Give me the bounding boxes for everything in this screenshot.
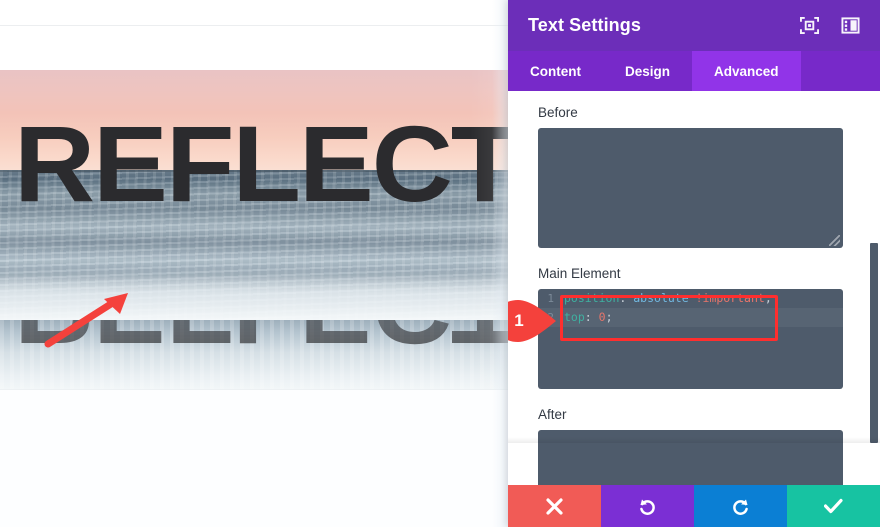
main-element-code-wrapper: 1 position: absolute !important; 2 top: … bbox=[508, 289, 843, 389]
layout-panel-icon[interactable] bbox=[841, 16, 860, 35]
annotation-arrow-icon bbox=[44, 293, 128, 348]
line-number: 1 bbox=[547, 292, 554, 305]
checkmark-icon bbox=[824, 498, 843, 514]
tab-advanced[interactable]: Advanced bbox=[692, 51, 801, 91]
redo-button[interactable] bbox=[694, 485, 787, 527]
modal-scrollbar-thumb[interactable] bbox=[870, 243, 878, 443]
close-x-icon bbox=[546, 497, 563, 515]
modal-body: Before Main Element 1 position: absolute… bbox=[508, 91, 880, 485]
cancel-button[interactable] bbox=[508, 485, 601, 527]
before-resize-handle[interactable] bbox=[829, 235, 840, 246]
field-spacer bbox=[538, 389, 858, 407]
modal-title: Text Settings bbox=[528, 15, 641, 35]
tab-content[interactable]: Content bbox=[508, 51, 603, 91]
modal-header-actions bbox=[800, 16, 860, 35]
before-textarea[interactable] bbox=[538, 128, 843, 248]
main-element-code-editor[interactable]: 1 position: absolute !important; 2 top: … bbox=[538, 289, 843, 389]
redo-arrow-icon bbox=[733, 498, 748, 515]
code-line[interactable]: 1 position: absolute !important; bbox=[538, 289, 843, 308]
code-line-text: top: 0; bbox=[564, 310, 613, 324]
main-element-field-label: Main Element bbox=[538, 266, 621, 281]
preview-section-divider bbox=[0, 389, 520, 390]
undo-button[interactable] bbox=[601, 485, 694, 527]
after-field-label: After bbox=[538, 407, 567, 422]
code-line[interactable]: 2 top: 0; bbox=[538, 308, 843, 327]
modal-footer bbox=[508, 485, 880, 527]
screenshot-root: REFLECTIO REFLECTIO Text Settings bbox=[0, 0, 880, 527]
tab-design[interactable]: Design bbox=[603, 51, 692, 91]
focus-mode-icon[interactable] bbox=[800, 16, 819, 35]
undo-arrow-icon bbox=[640, 498, 655, 515]
before-field-label: Before bbox=[538, 105, 578, 120]
after-textarea[interactable] bbox=[538, 430, 843, 485]
callout-number: 1 bbox=[514, 311, 524, 330]
line-number: 2 bbox=[547, 311, 554, 324]
field-spacer bbox=[538, 248, 858, 266]
text-settings-modal: Text Settings Content Design Advanced Be… bbox=[508, 0, 880, 527]
save-button[interactable] bbox=[787, 485, 880, 527]
modal-header: Text Settings bbox=[508, 0, 880, 51]
code-line-text: position: absolute !important; bbox=[564, 291, 772, 305]
modal-tabs: Content Design Advanced bbox=[508, 51, 880, 91]
